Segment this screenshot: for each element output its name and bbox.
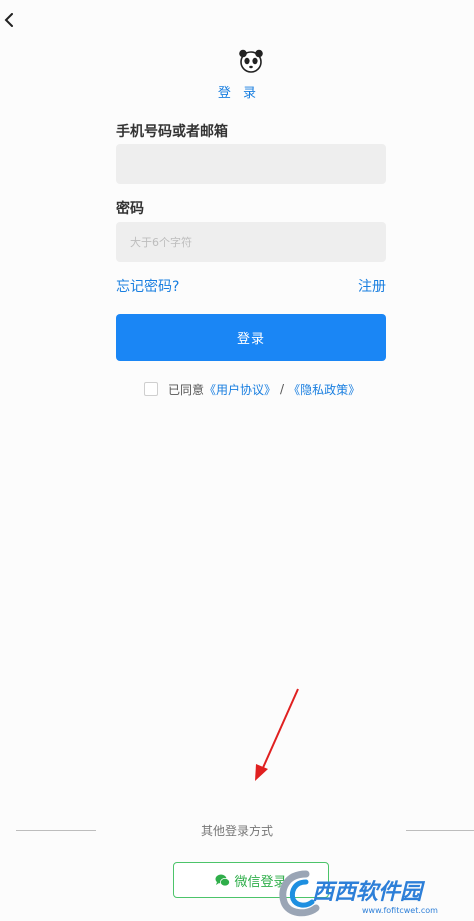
page-title: 登 录 [217,86,261,101]
chevron-left-icon [4,13,13,27]
wechat-icon [215,874,231,886]
privacy-policy-link[interactable]: 《隐私政策》 [288,381,360,398]
password-label: 密码 [116,201,144,217]
watermark-url: www.fofitcwet.com [362,906,438,915]
divider-right [406,830,474,831]
agreement-separator: / [280,382,285,396]
other-login-label: 其他登录方式 [200,824,273,838]
forgot-password-link[interactable]: 忘记密码? [116,276,179,296]
agreement-row: 已同意 《用户协议》 / 《隐私政策》 [144,380,360,398]
panda-icon [239,49,263,73]
agreement-prefix: 已同意 [168,382,205,397]
account-label: 手机号码或者邮箱 [116,124,228,140]
site-watermark: 西西软件园 www.fofitcwet.com [276,868,474,921]
back-button[interactable] [0,8,18,32]
password-input[interactable] [116,222,386,262]
user-agreement-link[interactable]: 《用户协议》 [204,381,276,398]
account-input[interactable] [116,144,386,184]
annotation-arrow-icon [255,688,299,781]
register-link[interactable]: 注册 [358,276,386,296]
agreement-checkbox[interactable] [144,382,158,396]
watermark-brand: 西西软件园 [312,880,423,905]
login-button[interactable]: 登录 [116,314,386,361]
